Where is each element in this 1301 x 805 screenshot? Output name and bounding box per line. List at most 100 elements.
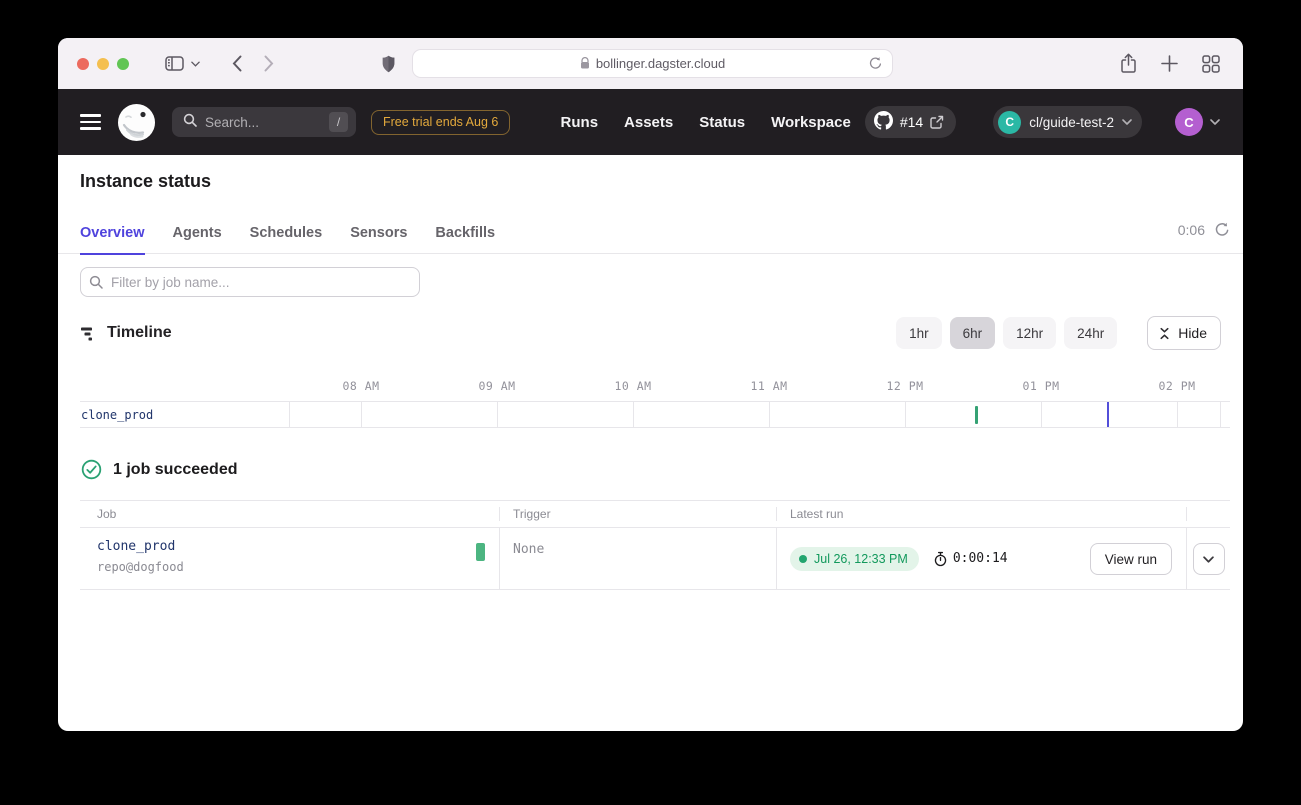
menu-icon[interactable] [80, 114, 101, 130]
nav-workspace[interactable]: Workspace [771, 114, 851, 131]
gridline [1220, 402, 1221, 427]
browser-window: bollinger.dagster.cloud [58, 38, 1243, 731]
github-icon [874, 111, 893, 133]
stopwatch-icon [933, 551, 948, 567]
table-header: Job Trigger Latest run [80, 500, 1230, 528]
latest-run-badge[interactable]: Jul 26, 12:33 PM [790, 547, 919, 571]
screenshot-stage: bollinger.dagster.cloud [0, 0, 1301, 805]
timeline-hour-labels: 08 AM 09 AM 10 AM 11 AM 12 PM 01 PM 02 P… [80, 368, 1230, 401]
minimize-window-button[interactable] [97, 58, 109, 70]
jobs-table: Job Trigger Latest run clone_prod repo@d… [80, 500, 1230, 590]
refresh-countdown: 0:06 [1178, 222, 1205, 238]
hour-label: 11 AM [750, 379, 787, 393]
nav-assets[interactable]: Assets [624, 114, 673, 131]
hour-label: 01 PM [1022, 379, 1059, 393]
lock-icon [580, 57, 590, 70]
privacy-shield-icon[interactable] [380, 54, 397, 74]
gridline [1177, 402, 1178, 427]
timeline-heading: Timeline [107, 324, 172, 342]
hour-label: 09 AM [478, 379, 515, 393]
tab-schedules[interactable]: Schedules [250, 213, 323, 254]
tab-overview-icon[interactable] [1202, 55, 1220, 73]
column-header-trigger: Trigger [500, 507, 777, 521]
close-window-button[interactable] [77, 58, 89, 70]
filter-job-input[interactable] [80, 267, 420, 297]
chevron-down-icon [1210, 119, 1220, 125]
browser-toolbar: bollinger.dagster.cloud [58, 38, 1243, 89]
success-dot-icon [799, 555, 807, 563]
search-icon [89, 275, 103, 294]
view-run-button[interactable]: View run [1090, 543, 1172, 575]
url-text: bollinger.dagster.cloud [596, 56, 725, 71]
range-1hr-button[interactable]: 1hr [896, 317, 942, 349]
latest-run-time: Jul 26, 12:33 PM [814, 552, 908, 566]
app-header: Search... / Free trial ends Aug 6 Runs A… [58, 89, 1243, 155]
run-duration: 0:00:14 [953, 551, 1008, 566]
github-pr-badge[interactable]: #14 [865, 106, 956, 138]
search-icon [183, 113, 197, 132]
gridline [769, 402, 770, 427]
row-more-button[interactable] [1193, 543, 1225, 575]
trigger-cell: None [500, 528, 777, 589]
refresh-icon[interactable] [1214, 222, 1230, 238]
deployment-switcher[interactable]: C cl/guide-test-2 [993, 106, 1142, 138]
nav-runs[interactable]: Runs [561, 114, 599, 131]
succeeded-run-tick[interactable] [975, 406, 978, 424]
github-pr-number: #14 [900, 114, 923, 130]
column-header-latest-run: Latest run [777, 507, 1187, 521]
address-bar[interactable]: bollinger.dagster.cloud [412, 49, 893, 78]
top-nav: Runs Assets Status Workspace [561, 114, 851, 131]
user-menu[interactable]: C [1175, 108, 1220, 136]
run-summary: 1 job succeeded [81, 459, 1243, 480]
global-search[interactable]: Search... / [172, 107, 356, 137]
deployment-name: cl/guide-test-2 [1029, 115, 1114, 130]
gridline [1041, 402, 1042, 427]
hour-label: 08 AM [342, 379, 379, 393]
summary-text: 1 job succeeded [113, 461, 238, 479]
trial-badge[interactable]: Free trial ends Aug 6 [371, 110, 510, 135]
hour-label: 10 AM [614, 379, 651, 393]
chevron-down-icon [1122, 119, 1132, 125]
search-placeholder: Search... [205, 115, 329, 130]
new-tab-icon[interactable] [1161, 55, 1178, 72]
job-link[interactable]: clone_prod [97, 539, 499, 554]
external-link-icon [930, 115, 944, 129]
job-location: repo@dogfood [97, 560, 499, 574]
hour-label: 12 PM [886, 379, 923, 393]
deployment-initial-badge: C [998, 111, 1021, 134]
timeline-job-link[interactable]: clone_prod [81, 408, 153, 422]
gridline [633, 402, 634, 427]
instance-status-page: Instance status Overview Agents Schedule… [58, 171, 1243, 590]
nav-status[interactable]: Status [699, 114, 745, 131]
dagster-logo[interactable] [118, 104, 155, 141]
tab-sensors[interactable]: Sensors [350, 213, 407, 254]
forward-button[interactable] [264, 55, 274, 72]
tab-overview[interactable]: Overview [80, 213, 145, 254]
sidebar-toggle-icon[interactable] [165, 56, 184, 71]
current-time-marker [1107, 402, 1109, 427]
gridline [497, 402, 498, 427]
window-controls [77, 58, 129, 70]
timeline-header: Timeline 1hr 6hr 12hr 24hr Hide [80, 316, 1221, 350]
range-24hr-button[interactable]: 24hr [1064, 317, 1117, 349]
range-12hr-button[interactable]: 12hr [1003, 317, 1056, 349]
gridline [361, 402, 362, 427]
range-6hr-button[interactable]: 6hr [950, 317, 996, 349]
zoom-window-button[interactable] [117, 58, 129, 70]
tab-agents[interactable]: Agents [173, 213, 222, 254]
job-filter [80, 267, 1243, 297]
sidebar-menu-chevron-icon[interactable] [191, 61, 200, 67]
waterfall-icon [80, 325, 97, 342]
reload-icon[interactable] [868, 56, 883, 74]
hide-timeline-button[interactable]: Hide [1147, 316, 1221, 350]
back-button[interactable] [232, 55, 242, 72]
share-icon[interactable] [1120, 53, 1137, 74]
search-shortcut-key: / [329, 112, 348, 132]
tab-backfills[interactable]: Backfills [435, 213, 495, 254]
hour-label: 02 PM [1158, 379, 1195, 393]
run-history-bar[interactable] [476, 543, 485, 561]
gridline [905, 402, 906, 427]
timeline-row: clone_prod [80, 401, 1230, 428]
status-tabs: Overview Agents Schedules Sensors Backfi… [58, 213, 1243, 254]
collapse-icon [1158, 326, 1171, 341]
